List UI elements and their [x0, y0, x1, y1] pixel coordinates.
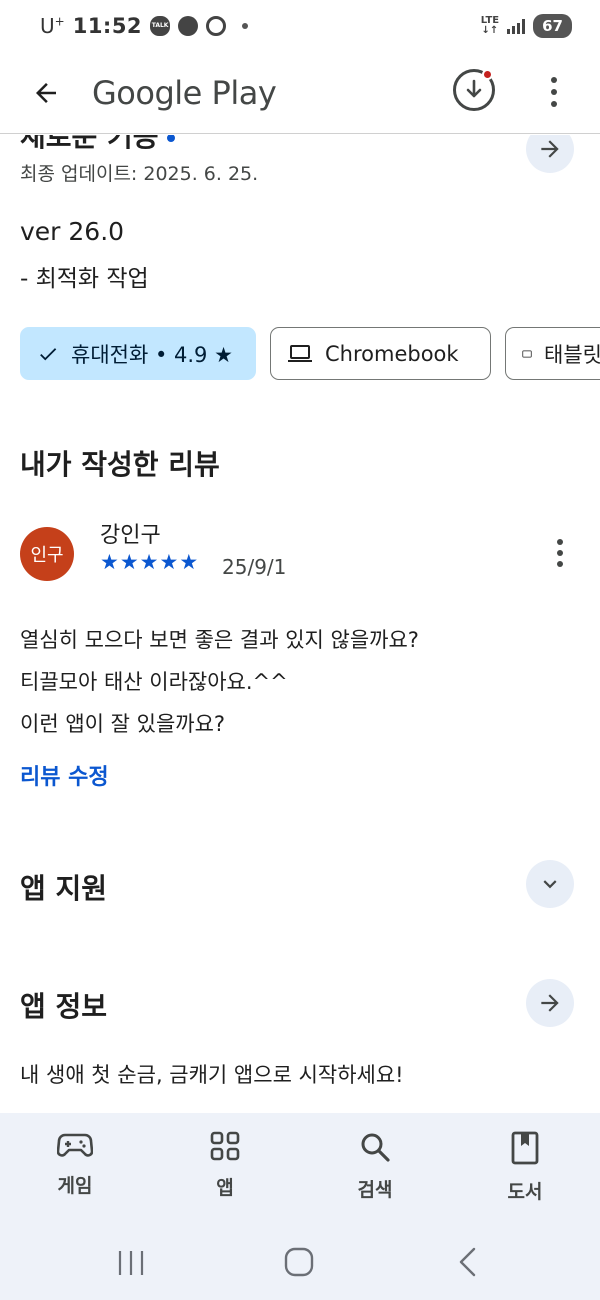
status-bar: U+ 11:52 TALK LTE ↓↑ 67: [0, 0, 600, 52]
star-icon: ★: [159, 550, 179, 574]
chevron-down-icon: [543, 880, 557, 889]
star-icon: ★: [179, 550, 199, 574]
kakaotalk-icon: TALK: [150, 16, 171, 36]
arrow-right-icon: [541, 140, 559, 158]
check-icon: [40, 347, 57, 360]
dot: [551, 77, 557, 83]
book-icon: [511, 1131, 539, 1165]
app-info-arrow-button[interactable]: [526, 979, 574, 1027]
laptop-icon: [288, 344, 312, 362]
network-type: LTE ↓↑: [480, 15, 500, 36]
notification-dot: [482, 69, 493, 80]
whats-new-arrow-button[interactable]: [526, 135, 574, 173]
chat-icon: [178, 16, 199, 36]
dot: [557, 550, 563, 556]
chip-phone[interactable]: 휴대전화 • 4.9 ★: [20, 327, 256, 380]
dot: [557, 539, 563, 545]
star-rating: ★ ★ ★ ★ ★: [100, 551, 198, 573]
app-detail-content: 새로운 기능 최종 업데이트: 2025. 6. 25. ver 26.0 - …: [0, 135, 600, 1113]
app-support-expand-button[interactable]: [526, 860, 574, 908]
reviewer-name: 강인구: [100, 523, 161, 548]
arrow-right-icon: [541, 994, 559, 1012]
app-info-title: 앱 정보: [20, 990, 108, 1023]
nav-search[interactable]: 검색: [300, 1113, 450, 1223]
star-icon: ★: [100, 550, 119, 574]
apps-grid-icon: [210, 1131, 240, 1161]
chip-label: 휴대전화 • 4.9 ★: [71, 342, 233, 367]
back-button[interactable]: [16, 63, 76, 123]
search-icon: [361, 1133, 390, 1162]
dot: [551, 89, 557, 95]
nav-books[interactable]: 도서: [450, 1113, 600, 1223]
home-icon[interactable]: [284, 1247, 314, 1277]
carrier-label: U+: [40, 14, 65, 38]
nav-label: 게임: [57, 1175, 93, 1197]
avatar: 인구: [20, 527, 74, 581]
review-line: 열심히 모으다 보면 좋은 결과 있지 않을까요?: [20, 628, 419, 652]
chip-label: Chromebook: [325, 341, 459, 366]
star-icon: ★: [119, 550, 139, 574]
nav-label: 검색: [357, 1179, 393, 1201]
dot: [557, 561, 563, 567]
status-time: 11:52: [72, 14, 143, 38]
review-menu-button[interactable]: [548, 533, 572, 573]
chip-chromebook[interactable]: Chromebook: [270, 327, 491, 380]
battery-indicator: 67: [533, 14, 572, 38]
signal-icon: [507, 18, 526, 34]
dot: [551, 101, 557, 107]
nav-games[interactable]: 게임: [0, 1113, 150, 1223]
bottom-navigation: 게임 앱 검색 도서: [0, 1113, 600, 1223]
download-arrow-icon: [466, 79, 482, 98]
arrow-left-icon: [36, 82, 56, 103]
chip-tablet[interactable]: 태블릿: [505, 327, 600, 380]
system-navigation-bar: [0, 1223, 600, 1300]
app-description: 내 생애 첫 순금, 금캐기 앱으로 시작하세요!: [20, 1063, 404, 1087]
star-icon: ★: [139, 550, 159, 574]
app-b-icon: [206, 16, 227, 36]
app-title: Google Play: [92, 73, 277, 112]
gamepad-icon: [57, 1133, 93, 1157]
more-notifications-icon: [242, 23, 249, 29]
chip-label: 태블릿: [544, 342, 600, 367]
whats-new-heading: 새로운 기능: [20, 135, 175, 155]
review-line: 이런 앱이 잘 있을까요?: [20, 712, 226, 736]
nav-apps[interactable]: 앱: [150, 1113, 300, 1223]
overflow-menu-button[interactable]: [540, 68, 568, 116]
edit-review-link[interactable]: 리뷰 수정: [20, 759, 109, 791]
back-nav-icon[interactable]: [456, 1247, 478, 1277]
top-app-bar: Google Play: [0, 52, 600, 134]
review-date: 25/9/1: [222, 555, 287, 579]
new-indicator-dot: [166, 135, 175, 142]
last-updated-text: 최종 업데이트: 2025. 6. 25.: [20, 163, 259, 185]
version-text: ver 26.0: [20, 217, 125, 246]
nav-label: 도서: [507, 1181, 543, 1203]
nav-label: 앱: [216, 1177, 234, 1199]
review-body: 열심히 모으다 보면 좋은 결과 있지 않을까요? 티끌모아 태산 이라잖아요.…: [20, 619, 419, 745]
review-line: 티끌모아 태산 이라잖아요.^^: [20, 670, 288, 694]
recent-apps-icon[interactable]: [116, 1249, 146, 1277]
release-note: - 최적화 작업: [20, 266, 149, 292]
device-chip-row: 휴대전화 • 4.9 ★ Chromebook 태블릿: [20, 327, 600, 380]
app-support-title: 앱 지원: [20, 872, 108, 905]
my-review-title: 내가 작성한 리뷰: [20, 448, 220, 481]
tablet-icon: [522, 350, 532, 357]
